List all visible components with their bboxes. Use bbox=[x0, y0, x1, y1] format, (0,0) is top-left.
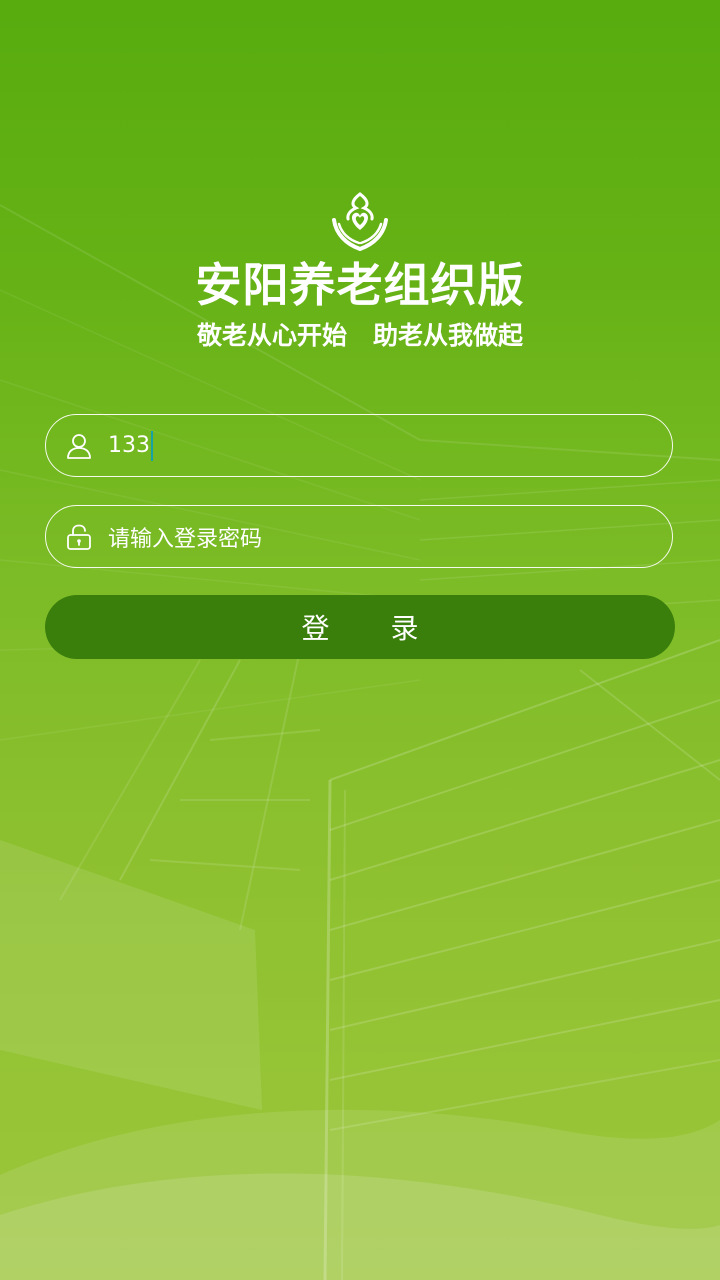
text-cursor bbox=[151, 430, 153, 461]
slogan: 敬老从心开始 助老从我做起 bbox=[0, 316, 720, 356]
slogan-left: 敬老从心开始 bbox=[196, 321, 347, 350]
username-value: 133 bbox=[108, 433, 150, 458]
login-button[interactable]: 登 录 bbox=[45, 595, 675, 659]
app-title: 安阳养老组织版 bbox=[195, 258, 525, 312]
username-field[interactable]: 133 bbox=[45, 414, 673, 477]
heart-hands-logo-icon bbox=[330, 190, 390, 252]
login-screen: 安阳养老组织版 敬老从心开始 助老从我做起 133 请输入登录密码 登 录 bbox=[0, 0, 720, 1280]
password-input[interactable]: 请输入登录密码 bbox=[108, 521, 262, 553]
username-input[interactable]: 133 bbox=[108, 430, 153, 461]
slogan-right: 助老从我做起 bbox=[373, 321, 524, 350]
user-icon bbox=[64, 431, 94, 461]
password-field[interactable]: 请输入登录密码 bbox=[45, 505, 673, 568]
lock-icon bbox=[64, 522, 94, 552]
